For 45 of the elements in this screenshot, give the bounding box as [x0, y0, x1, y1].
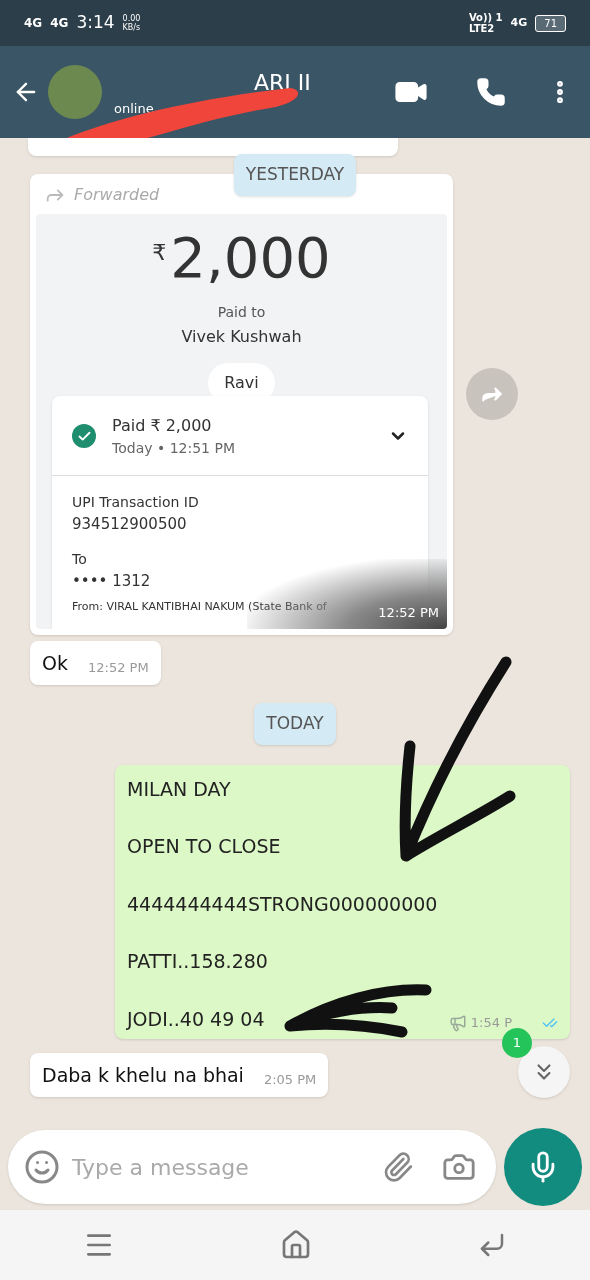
call-icon[interactable] [476, 77, 506, 107]
attach-icon[interactable] [382, 1151, 414, 1183]
date-chip: TODAY [254, 703, 336, 745]
date-chip: YESTERDAY [233, 154, 357, 196]
paid-to-label: Paid to [217, 302, 266, 322]
volte-label: Vo)) 1 [468, 12, 503, 23]
message-line: JODI..40 49 04 [127, 1006, 265, 1032]
message-line: 4444444444STRONG000000000 [127, 891, 438, 917]
message-time: 12:52 PM [87, 658, 149, 677]
network-label: 4G [510, 14, 528, 31]
message-text: Ok [42, 650, 68, 676]
check-icon [72, 424, 96, 448]
network-label: 4G [50, 15, 69, 32]
clock: 3:14 [76, 11, 115, 35]
message-line: MILAN DAY [127, 776, 231, 802]
battery-indicator: 71 [535, 14, 566, 32]
currency-symbol: ₹ [152, 238, 167, 267]
megaphone-icon [448, 1013, 467, 1032]
message-time: 12:52 PM [378, 604, 439, 622]
home-icon[interactable] [280, 1229, 312, 1261]
amount: 2,000 [170, 225, 331, 290]
field-label: UPI Transaction ID [72, 492, 200, 512]
forwarded-label: Forwarded [74, 183, 160, 206]
transaction-id: 934512900500 [72, 513, 188, 535]
message-time: 2:05 PM [263, 1070, 317, 1089]
message-field[interactable]: Type a message [72, 1150, 370, 1184]
payment-status: Paid ₹ 2,000 [112, 414, 213, 437]
avatar [48, 65, 102, 119]
emoji-icon[interactable] [24, 1149, 60, 1185]
scroll-down-button[interactable] [518, 1046, 570, 1098]
message-line: PATTI..158.280 [127, 949, 268, 974]
message-input[interactable]: Type a message [8, 1130, 496, 1204]
lte-label: LTE2 [468, 23, 496, 34]
message-line: OPEN TO CLOSE [127, 834, 281, 859]
speed-unit: KB/s [122, 23, 141, 32]
contact-name: ARI II [254, 68, 312, 97]
payment-time: Today • 12:51 PM [112, 438, 236, 458]
speed-value: 0.00 [122, 14, 141, 23]
contact-status: online [114, 99, 155, 118]
network-label: 4G [24, 15, 43, 32]
sender-details: From: VIRAL KANTIBHAI NAKUM (State Bank of [72, 598, 327, 615]
field-label: To [72, 550, 88, 569]
account-number: •••• 1312 [72, 571, 152, 592]
message-text: Daba k khelu na bhai [42, 1062, 244, 1088]
payee-name: Vivek Kushwah [181, 325, 302, 348]
